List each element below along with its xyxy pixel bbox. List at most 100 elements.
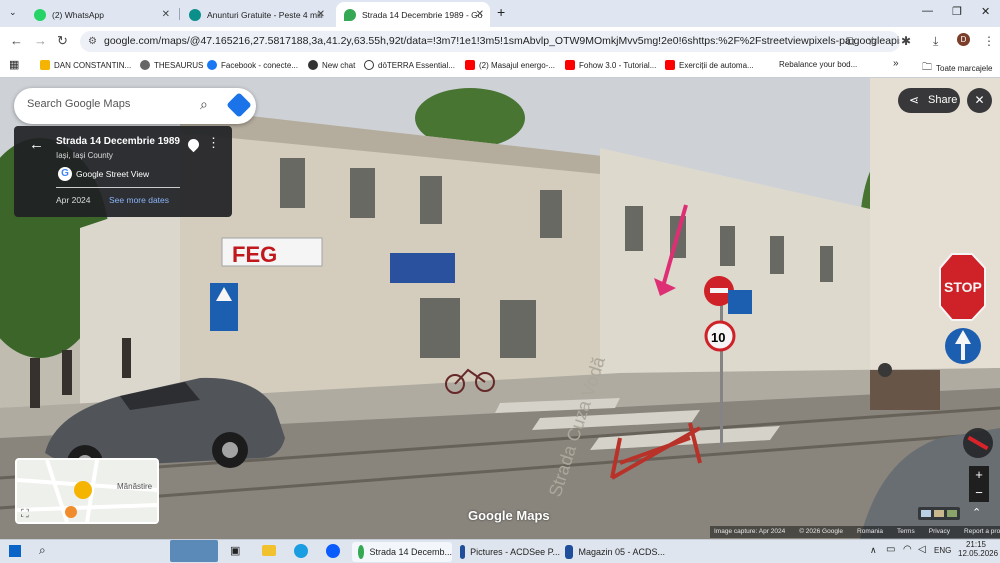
- expand-icon[interactable]: ⛶: [21, 508, 29, 521]
- minimize-icon[interactable]: —: [922, 5, 933, 17]
- compass-needle-icon: [967, 435, 989, 451]
- display-icon[interactable]: ▭: [886, 544, 895, 555]
- close-street-view-button[interactable]: ✕: [967, 88, 992, 113]
- street-view-viewport[interactable]: FEG: [0, 78, 1000, 539]
- wifi-icon[interactable]: ◠: [903, 544, 912, 555]
- windows-taskbar: ⌕ ▣ Strada 14 Decemb... Pictures - ACDSe…: [0, 539, 1000, 563]
- whatsapp-icon: [34, 8, 46, 21]
- facebook-icon: [207, 60, 217, 70]
- clock-time: 21:15: [965, 540, 987, 549]
- bookmarks-overflow-button[interactable]: »: [893, 58, 899, 69]
- bookmark-item[interactable]: Rebalance your bod...: [779, 60, 857, 69]
- tab-title: (2) WhatsApp: [52, 9, 104, 20]
- task-view-icon[interactable]: ▣: [230, 544, 240, 557]
- reload-icon[interactable]: ↻: [57, 33, 68, 49]
- bookmark-item[interactable]: THESAURUS: [140, 60, 203, 70]
- bookmark-item[interactable]: New chat: [308, 60, 355, 70]
- layer-switcher[interactable]: [918, 507, 960, 520]
- bookmark-item[interactable]: DAN CONSTANTIN...: [40, 60, 131, 70]
- tray-chevron-icon[interactable]: ∧: [870, 545, 877, 556]
- tab-whatsapp[interactable]: (2) WhatsApp ✕: [26, 2, 176, 27]
- bookmark-label: (2) Masajul energo-...: [479, 60, 556, 70]
- taskbar-item-acdsee-pictures[interactable]: Pictures - ACDSee P...: [460, 542, 560, 562]
- share-icon: ⋖: [909, 93, 920, 107]
- taskbar-item-chrome[interactable]: Strada 14 Decemb...: [352, 542, 452, 562]
- minimap[interactable]: Mănăstire ⛶: [15, 458, 159, 524]
- profile-avatar[interactable]: D: [957, 33, 970, 46]
- apps-grid-icon[interactable]: ▦: [9, 58, 19, 71]
- anunturi-icon: [189, 8, 201, 21]
- close-tab-icon[interactable]: ✕: [476, 9, 484, 20]
- divider: [56, 187, 180, 188]
- search-input[interactable]: [27, 98, 187, 110]
- zoom-out-button[interactable]: −: [969, 484, 989, 502]
- more-options-icon[interactable]: ⋮: [207, 135, 220, 151]
- install-app-icon[interactable]: ⧉: [846, 34, 855, 49]
- layer-thumb: [947, 510, 957, 517]
- bookmark-label: Rebalance your bod...: [779, 60, 858, 69]
- tab-search-chevron-icon[interactable]: ⌄: [9, 7, 17, 18]
- tab-google-maps[interactable]: Strada 14 Decembrie 1989 - Go ✕: [336, 2, 490, 27]
- tab-anunturi[interactable]: Anunturi Gratuite - Peste 4 mili ✕: [181, 2, 331, 27]
- extensions-icon[interactable]: ✱: [901, 34, 911, 48]
- new-tab-button[interactable]: +: [497, 4, 505, 20]
- share-button[interactable]: ⋖ Share: [898, 88, 960, 113]
- privacy-link[interactable]: Privacy: [929, 526, 950, 538]
- folder-icon: 🗀: [922, 62, 932, 73]
- country-link[interactable]: Romania: [857, 526, 883, 538]
- layer-thumb: [934, 510, 944, 517]
- zoom-in-button[interactable]: +: [969, 466, 989, 484]
- taskbar-item-acdsee-magazin[interactable]: Magazin 05 - ACDS...: [565, 542, 665, 562]
- bookmark-item[interactable]: (2) Masajul energo-...: [465, 60, 555, 70]
- see-more-dates-link[interactable]: See more dates: [109, 195, 169, 205]
- back-icon[interactable]: ←: [10, 33, 23, 48]
- close-tab-icon[interactable]: ✕: [317, 9, 325, 20]
- widgets-image[interactable]: [170, 540, 218, 562]
- bookmark-star-icon[interactable]: ☆: [867, 34, 878, 48]
- file-explorer-icon[interactable]: [262, 545, 276, 556]
- tab-title: Anunturi Gratuite - Peste 4 mili: [207, 9, 323, 20]
- volume-icon[interactable]: ◁: [918, 544, 926, 555]
- edge-icon[interactable]: [294, 544, 308, 558]
- search-icon[interactable]: ⌕: [200, 96, 208, 113]
- youtube-icon: [665, 60, 675, 70]
- place-title[interactable]: Strada 14 Decembrie 1989: [56, 136, 180, 147]
- bookmark-label: THESAURUS: [154, 60, 204, 70]
- all-bookmarks-folder[interactable]: 🗀 Toate marcajele: [922, 60, 992, 77]
- directions-icon[interactable]: [226, 92, 252, 118]
- bookmark-item[interactable]: Exerciții de automa...: [665, 60, 754, 70]
- maps-search-box[interactable]: ⌕: [14, 88, 256, 124]
- terms-link[interactable]: Terms: [897, 526, 915, 538]
- location-pin-icon[interactable]: [185, 136, 202, 153]
- bookmarks-bar: ▦ DAN CONSTANTIN... THESAURUS Facebook -…: [0, 55, 1000, 78]
- minimap-graphic: [17, 460, 157, 522]
- maximize-icon[interactable]: ❐: [952, 5, 962, 18]
- google-logo-icon: G: [58, 167, 72, 181]
- bookmark-item[interactable]: dōTERRA Essential...: [364, 60, 455, 70]
- start-icon[interactable]: [9, 545, 21, 557]
- close-tab-icon[interactable]: ✕: [162, 9, 170, 20]
- street-view-info-card: ← Strada 14 Decembrie 1989 Iași, Iași Co…: [14, 126, 232, 217]
- bookmark-item[interactable]: Facebook - conecte...: [207, 60, 298, 70]
- acdsee-icon: [565, 545, 574, 559]
- maps-pin-icon: [344, 8, 356, 21]
- share-label: Share: [928, 94, 958, 106]
- forward-icon[interactable]: →: [34, 33, 47, 48]
- downloads-icon[interactable]: ⤓: [933, 34, 938, 49]
- taskbar-item-label: Strada 14 Decemb...: [369, 547, 452, 557]
- site-info-icon[interactable]: ⚙: [88, 31, 97, 52]
- window-close-icon[interactable]: ✕: [981, 5, 990, 18]
- language-indicator[interactable]: ENG: [934, 546, 951, 555]
- taskbar-search-icon[interactable]: ⌕: [39, 543, 46, 558]
- address-bar[interactable]: ⚙ google.com/maps/@47.165216,27.5817188,…: [80, 31, 900, 52]
- back-arrow-icon[interactable]: ←: [29, 136, 44, 153]
- expand-up-icon[interactable]: ⌃: [972, 506, 981, 519]
- compass-button[interactable]: [963, 428, 993, 458]
- report-problem-link[interactable]: Report a problem: [964, 526, 1000, 538]
- bookmark-item[interactable]: Fohow 3.0 - Tutorial...: [565, 60, 656, 70]
- bookmark-label: New chat: [322, 60, 356, 70]
- clock[interactable]: 21:15 12.05.2026: [958, 540, 998, 558]
- acdsee-icon: [460, 545, 466, 559]
- menu-dots-icon[interactable]: ⋮: [983, 34, 995, 48]
- zoom-app-icon[interactable]: [326, 544, 340, 558]
